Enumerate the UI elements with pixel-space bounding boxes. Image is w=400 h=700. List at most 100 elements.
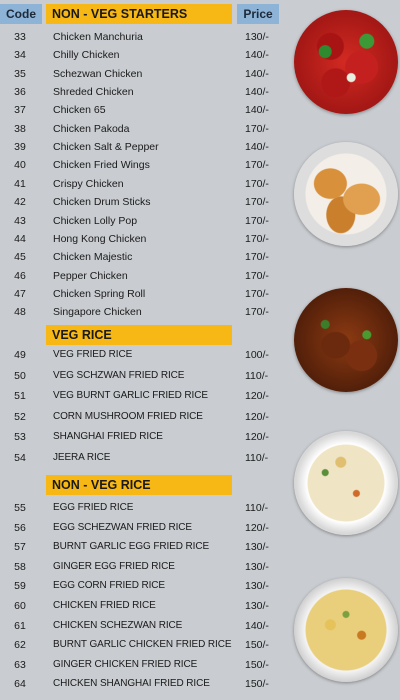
menu-item-row: 50 VEG SCHZWAN FRIED RICE 110/-: [0, 368, 290, 386]
menu-item-name: Chicken Majestic: [53, 251, 133, 264]
menu-item-code: 57: [14, 541, 26, 554]
menu-item-row: 44 Hong Kong Chicken 170/-: [0, 231, 290, 249]
menu-item-name: Chilly Chicken: [53, 49, 120, 62]
menu-item-name: Chicken Fried Wings: [53, 159, 150, 172]
veg-fried-rice-photo: [294, 431, 398, 535]
menu-item-code: 38: [14, 122, 26, 135]
section-title-nonveg-starters: NON - VEG STARTERS: [46, 4, 232, 24]
chilli-chicken-photo: [294, 10, 398, 114]
menu-item-name: Hong Kong Chicken: [53, 232, 147, 245]
menu-item-price: 170/-: [245, 196, 269, 209]
menu-item-row: 42 Chicken Drum Sticks 170/-: [0, 194, 290, 212]
menu-item-price: 140/-: [245, 141, 269, 154]
menu-item-code: 44: [14, 232, 26, 245]
menu-item-code: 41: [14, 177, 26, 190]
menu-item-price: 170/-: [245, 306, 269, 319]
menu-item-name: Crispy Chicken: [53, 177, 124, 190]
menu-item-row: 41 Crispy Chicken 170/-: [0, 176, 290, 194]
menu-item-row: 40 Chicken Fried Wings 170/-: [0, 157, 290, 175]
menu-item-name: BURNT GARLIC CHICKEN FRIED RICE: [53, 639, 232, 651]
menu-item-row: 49 VEG FRIED RICE 100/-: [0, 347, 290, 365]
menu-item-code: 56: [14, 521, 26, 534]
menu-item-row: 64 CHICKEN SHANGHAI FRIED RICE 150/-: [0, 676, 290, 694]
menu-item-name: CHICKEN FRIED RICE: [53, 600, 156, 611]
menu-item-code: 61: [14, 619, 26, 632]
menu-item-row: 62 BURNT GARLIC CHICKEN FRIED RICE 150/-: [0, 637, 290, 655]
menu-item-code: 53: [14, 431, 26, 444]
menu-item-row: 37 Chicken 65 140/-: [0, 102, 290, 120]
chicken-dish-photo: [294, 288, 398, 392]
menu-item-name: Schezwan Chicken: [53, 67, 143, 80]
menu-item-name: Chicken Pakoda: [53, 122, 130, 135]
menu-item-name: VEG SCHZWAN FRIED RICE: [53, 369, 185, 381]
menu-item-code: 59: [14, 580, 26, 593]
menu-item-code: 39: [14, 141, 26, 154]
menu-item-code: 64: [14, 678, 26, 691]
menu-item-price: 170/-: [245, 122, 269, 135]
menu-item-name: Pepper Chicken: [53, 269, 128, 282]
section-title-nonveg-rice: NON - VEG RICE: [46, 475, 232, 495]
menu-item-price: 140/-: [245, 67, 269, 80]
fried-chicken-photo: [294, 142, 398, 246]
menu-item-code: 58: [14, 560, 26, 573]
menu-item-price: 120/-: [245, 431, 269, 444]
menu-item-row: 52 CORN MUSHROOM FRIED RICE 120/-: [0, 409, 290, 427]
menu-item-row: 47 Chicken Spring Roll 170/-: [0, 286, 290, 304]
menu-item-code: 54: [14, 452, 26, 464]
menu-item-code: 43: [14, 214, 26, 227]
menu-item-price: 140/-: [245, 104, 269, 117]
menu-item-code: 55: [14, 502, 26, 514]
menu-item-price: 130/-: [245, 541, 269, 554]
menu-item-name: VEG FRIED RICE: [53, 349, 133, 360]
menu-item-name: Chicken Drum Sticks: [53, 196, 151, 209]
menu-item-name: JEERA RICE: [53, 452, 111, 463]
menu-item-code: 47: [14, 287, 26, 300]
menu-item-row: 59 EGG CORN FRIED RICE 130/-: [0, 578, 290, 596]
egg-fried-rice-photo: [294, 578, 398, 682]
menu-item-name: CORN MUSHROOM FRIED RICE: [53, 410, 203, 422]
menu-item-price: 170/-: [245, 269, 269, 282]
menu-item-code: 63: [14, 658, 26, 671]
menu-item-name: Chicken 65: [53, 104, 106, 117]
menu-item-name: EGG CORN FRIED RICE: [53, 580, 165, 592]
menu-item-row: 56 EGG SCHEZWAN FRIED RICE 120/-: [0, 520, 290, 538]
menu-item-row: 53 SHANGHAI FRIED RICE 120/-: [0, 429, 290, 447]
menu-item-row: 45 Chicken Majestic 170/-: [0, 249, 290, 267]
menu-item-row: 55 EGG FRIED RICE 110/-: [0, 500, 290, 518]
menu-item-row: 33 Chicken Manchuria 130/-: [0, 29, 290, 47]
menu-item-row: 39 Chicken Salt & Pepper 140/-: [0, 139, 290, 157]
menu-item-row: 38 Chicken Pakoda 170/-: [0, 121, 290, 139]
menu-item-code: 46: [14, 269, 26, 282]
menu-item-row: 57 BURNT GARLIC EGG FRIED RICE 130/-: [0, 539, 290, 557]
menu-item-name: Chicken Spring Roll: [53, 287, 146, 300]
menu-item-price: 140/-: [245, 49, 269, 62]
menu-item-code: 52: [14, 410, 26, 423]
menu-item-code: 51: [14, 390, 26, 403]
menu-item-price: 170/-: [245, 251, 269, 264]
menu-item-name: EGG FRIED RICE: [53, 502, 134, 513]
menu-item-price: 130/-: [245, 31, 269, 43]
menu-item-code: 45: [14, 251, 26, 264]
menu-item-price: 100/-: [245, 349, 269, 361]
menu-item-price: 150/-: [245, 639, 269, 652]
menu-item-row: 36 Shreded Chicken 140/-: [0, 84, 290, 102]
menu-item-name: SHANGHAI FRIED RICE: [53, 431, 163, 443]
menu-item-name: GINGER EGG FRIED RICE: [53, 560, 175, 572]
menu-item-price: 110/-: [245, 369, 269, 382]
menu-item-price: 120/-: [245, 521, 269, 534]
menu-item-price: 110/-: [245, 502, 269, 514]
menu-item-price: 140/-: [245, 619, 269, 632]
menu-item-price: 120/-: [245, 390, 269, 403]
menu-item-name: Singapore Chicken: [53, 306, 142, 319]
menu-item-price: 170/-: [245, 214, 269, 227]
menu-item-code: 37: [14, 104, 26, 117]
menu-item-code: 35: [14, 67, 26, 80]
menu-item-code: 50: [14, 369, 26, 382]
menu-item-row: 60 CHICKEN FRIED RICE 130/-: [0, 598, 290, 616]
menu-item-price: 130/-: [245, 600, 269, 612]
section-title-veg-rice: VEG RICE: [46, 325, 232, 345]
menu-item-price: 130/-: [245, 560, 269, 573]
menu-item-row: 58 GINGER EGG FRIED RICE 130/-: [0, 559, 290, 577]
menu-item-name: CHICKEN SCHEZWAN RICE: [53, 619, 183, 631]
menu-item-code: 48: [14, 306, 26, 319]
